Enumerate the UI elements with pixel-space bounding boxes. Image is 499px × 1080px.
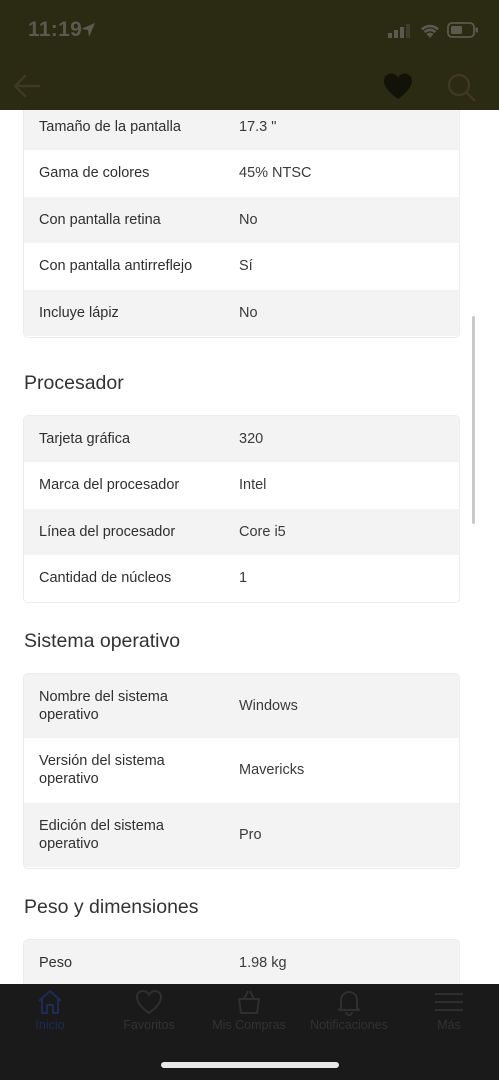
scrollbar[interactable] (472, 316, 475, 524)
spec-value: No (239, 211, 258, 228)
os-specs-table: Nombre del sistema operativo Windows Vers… (24, 674, 459, 868)
tab-mis-compras[interactable]: Mis Compras (199, 984, 299, 1044)
home-indicator[interactable] (161, 1062, 339, 1068)
spec-key: Con pantalla retina (39, 211, 161, 228)
spec-key: Con pantalla antirreflejo (39, 258, 193, 275)
app-header: 11:19 (0, 0, 499, 110)
table-row: Con pantalla antirreflejo Sí (24, 243, 459, 290)
table-row: Versión del sistema operativo Mavericks (24, 738, 459, 803)
spec-value: 320 (239, 430, 264, 447)
table-row: Con pantalla retina No (24, 197, 459, 244)
table-row: Tarjeta gráfica 320 (24, 416, 459, 463)
spec-value: 1 (239, 570, 248, 587)
table-row: Marca del procesador Intel (24, 462, 459, 509)
table-row: Edición del sistema operativo Pro (24, 803, 459, 868)
specs-content[interactable]: Tamaño de la pantalla 17.3 " Gama de colo… (0, 110, 499, 984)
home-icon (38, 990, 62, 1014)
spec-key: Nombre del sistema operativo (39, 688, 168, 723)
weight-specs-table: Peso 1.98 kg (24, 940, 459, 984)
table-row: Gama de colores 45% NTSC (24, 150, 459, 197)
tab-notificaciones[interactable]: Notificaciones (299, 984, 399, 1044)
menu-icon (435, 993, 463, 1011)
tab-mas[interactable]: Más (399, 984, 499, 1044)
tab-label: Notificaciones (310, 1018, 388, 1032)
spec-key: Versión del sistema operativo (39, 753, 165, 788)
spec-value: Core i5 (239, 523, 286, 540)
signal-icon (388, 24, 410, 38)
table-row: Tamaño de la pantalla 17.3 " (24, 110, 459, 151)
spec-key: Línea del procesador (39, 523, 176, 540)
section-title-processor: Procesador (24, 372, 124, 394)
display-specs-table: Tamaño de la pantalla 17.3 " Gama de colo… (24, 110, 459, 337)
section-title-os: Sistema operativo (24, 630, 181, 652)
search-icon[interactable] (446, 72, 476, 102)
battery-icon (447, 22, 478, 38)
status-time: 11:19 (28, 18, 83, 41)
tab-inicio[interactable]: Inicio (0, 984, 100, 1044)
spec-value: Intel (239, 477, 267, 494)
spec-value: No (239, 304, 258, 321)
spec-key: Gama de colores (39, 165, 150, 182)
table-row: Cantidad de núcleos 1 (24, 555, 459, 602)
spec-value: Pro (239, 826, 262, 843)
heart-icon (135, 989, 163, 1015)
tab-label: Más (437, 1018, 461, 1032)
table-row: Incluye lápiz No (24, 290, 459, 337)
tab-label: Mis Compras (212, 1018, 286, 1032)
spec-key: Incluye lápiz (39, 304, 119, 321)
processor-specs-table: Tarjeta gráfica 320 Marca del procesador I… (24, 416, 459, 602)
spec-key: Tamaño de la pantalla (39, 118, 181, 135)
section-title-weight: Peso y dimensiones (24, 896, 199, 918)
spec-value: 1.98 kg (239, 954, 287, 971)
status-bar: 11:19 (0, 0, 499, 62)
wifi-icon (421, 24, 439, 38)
spec-value: Sí (239, 258, 253, 275)
tab-label: Inicio (35, 1018, 65, 1032)
back-arrow-icon[interactable] (12, 72, 42, 100)
favorite-heart-icon[interactable] (383, 72, 413, 102)
bag-icon (238, 990, 260, 1014)
spec-key: Tarjeta gráfica (39, 430, 131, 447)
spec-key: Cantidad de núcleos (39, 570, 172, 587)
bell-icon (338, 991, 360, 1016)
spec-value: 45% NTSC (239, 165, 312, 182)
spec-key: Peso (39, 954, 73, 971)
table-row: Nombre del sistema operativo Windows (24, 674, 459, 739)
tab-favoritos[interactable]: Favoritos (99, 984, 199, 1044)
spec-value: Windows (239, 697, 298, 714)
table-row: Línea del procesador Core i5 (24, 509, 459, 556)
spec-key: Marca del procesador (39, 477, 180, 494)
location-arrow-icon (81, 23, 95, 37)
spec-value: Mavericks (239, 762, 305, 779)
spec-key: Edición del sistema operativo (39, 817, 164, 852)
spec-value: 17.3 " (239, 118, 277, 135)
table-row: Peso 1.98 kg (24, 940, 459, 984)
tab-label: Favoritos (123, 1018, 175, 1032)
